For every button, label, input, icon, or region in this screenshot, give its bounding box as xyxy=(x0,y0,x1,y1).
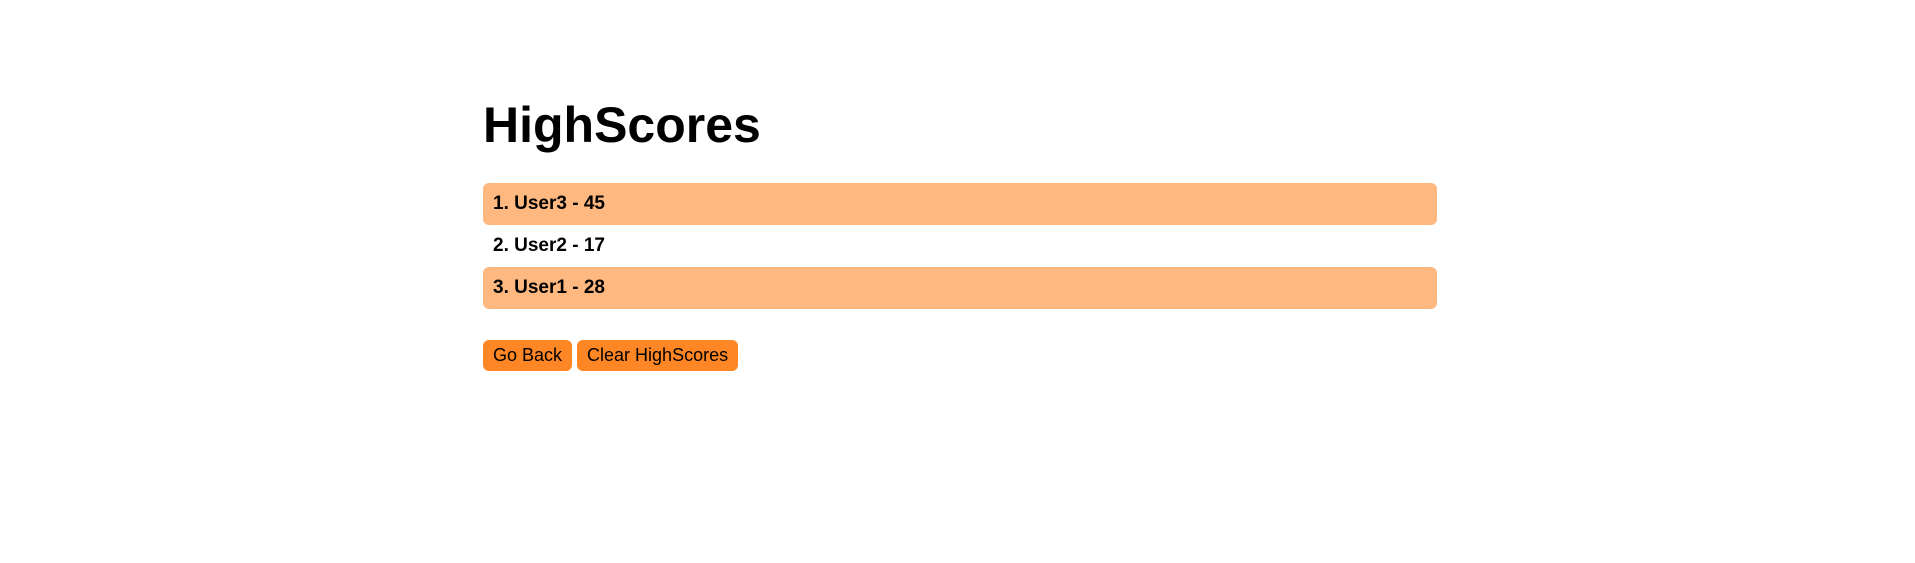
list-item: 2. User2 - 17 xyxy=(493,235,605,256)
list-item: 1. User3 - 45 xyxy=(483,183,1437,225)
go-back-button[interactable]: Go Back xyxy=(483,340,573,371)
clear-highscores-button[interactable]: Clear HighScores xyxy=(577,340,739,371)
highscores-panel: HighScores 1. User3 - 45 2. User2 - 17 3… xyxy=(483,95,1437,371)
list-item: 3. User1 - 28 xyxy=(483,267,1437,309)
button-row: Go Back Clear HighScores xyxy=(483,340,739,371)
page-title: HighScores xyxy=(483,97,761,153)
highscore-list: 1. User3 - 45 2. User2 - 17 3. User1 - 2… xyxy=(483,183,1437,309)
